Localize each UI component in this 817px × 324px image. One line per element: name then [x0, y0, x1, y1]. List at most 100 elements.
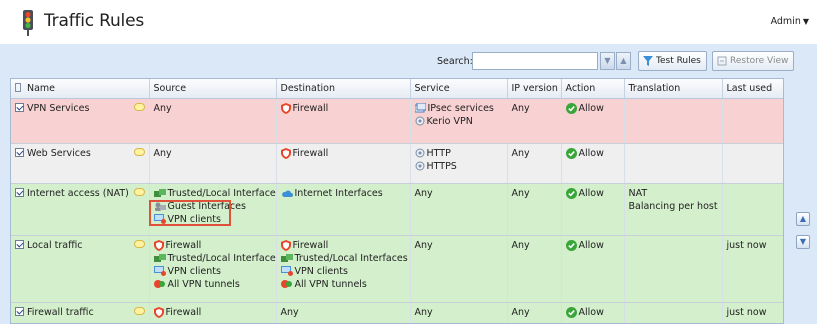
- network-interfaces-icon: [153, 188, 166, 197]
- rules-table: Name Source Destination Service IP versi…: [10, 78, 784, 324]
- highlight-box: [149, 200, 231, 226]
- chevron-down-icon: ▼: [802, 17, 809, 26]
- shield-icon: [280, 102, 291, 114]
- rule-name-cell: VPN Services: [11, 98, 150, 144]
- destination-label: Firewall: [292, 147, 329, 159]
- table-row[interactable]: VPN Services Any Firewall IPsec services…: [11, 98, 783, 144]
- source-item: Any: [153, 147, 172, 159]
- search-up-button[interactable]: ▲: [616, 52, 631, 70]
- shield-icon: [153, 306, 164, 318]
- table-row[interactable]: Firewall traffic Firewall Any Any Any Al…: [11, 302, 783, 324]
- rule-name: Firewall traffic: [27, 306, 94, 318]
- destination-label: VPN clients: [294, 265, 348, 277]
- source-item: All VPN tunnels: [153, 279, 272, 291]
- service-item: HTTPS: [415, 161, 503, 173]
- traffic-light-icon: [23, 10, 33, 36]
- translation-line: [629, 103, 718, 115]
- service-item: Any: [414, 187, 433, 199]
- col-action-header[interactable]: Action: [561, 79, 625, 99]
- ipversion-cell: Any: [507, 98, 562, 144]
- col-lastused-header[interactable]: Last used: [722, 79, 783, 99]
- action-cell: Allow: [561, 302, 625, 323]
- comment-icon[interactable]: [133, 102, 145, 111]
- search-down-button[interactable]: ▼: [600, 52, 615, 70]
- restore-icon: [717, 56, 727, 65]
- source-label: Firewall: [165, 239, 202, 251]
- destination-cell: Firewall Trusted/Local Interfaces VPN cl…: [276, 235, 411, 303]
- search-label: Search:: [437, 56, 473, 67]
- shield-icon: [153, 239, 164, 251]
- comment-icon[interactable]: [133, 239, 145, 248]
- translation-cell: [624, 235, 723, 303]
- comment-icon[interactable]: [133, 147, 145, 156]
- check-circle-icon: [565, 239, 577, 251]
- move-rule-down-button[interactable]: ▼: [796, 235, 810, 249]
- service-label: HTTP: [426, 147, 451, 159]
- action-label: Allow: [578, 239, 604, 251]
- destination-label: Firewall: [292, 102, 329, 114]
- source-cell: Any: [149, 98, 277, 144]
- translation-line: [629, 240, 718, 252]
- vpn-tunnels-icon: [153, 280, 165, 288]
- translation-cell: [624, 302, 723, 324]
- ipversion-cell: Any: [507, 183, 562, 236]
- destination-item: Any: [280, 306, 299, 318]
- service-item: HTTP: [415, 148, 503, 160]
- action-label: Allow: [578, 187, 604, 199]
- ipversion-cell: Any: [507, 302, 562, 323]
- admin-menu[interactable]: Admin ▼: [771, 16, 809, 27]
- restore-view-button[interactable]: Restore View: [712, 51, 795, 71]
- col-name-header[interactable]: Name: [11, 79, 150, 99]
- action-cell: Allow: [561, 235, 625, 303]
- translation-line: [629, 148, 718, 160]
- vpn-tunnels-icon: [280, 280, 292, 288]
- col-service-header[interactable]: Service: [410, 79, 508, 99]
- move-rule-up-button[interactable]: ▲: [796, 212, 810, 226]
- translation-line: [629, 253, 718, 265]
- rule-enabled-checkbox[interactable]: [15, 147, 24, 157]
- source-item: VPN clients: [153, 266, 272, 278]
- network-interfaces-icon: [280, 253, 293, 262]
- table-row[interactable]: Internet access (NAT) Trusted/Local Inte…: [11, 183, 783, 236]
- translation-line: [629, 320, 718, 324]
- service-label: Kerio VPN: [426, 115, 473, 127]
- action-label: Allow: [578, 147, 604, 159]
- source-label: Trusted/Local Interfaces: [167, 252, 276, 264]
- source-item: Any: [153, 102, 172, 114]
- translation-line: [629, 307, 718, 319]
- col-ipversion-header[interactable]: IP version: [507, 79, 562, 99]
- lastused-cell: [722, 143, 783, 184]
- service-cell: Any: [410, 235, 508, 303]
- translation-cell: NAT Balancing per host: [624, 183, 723, 236]
- rule-enabled-checkbox[interactable]: [15, 187, 24, 197]
- service-cell: HTTP HTTPS: [410, 143, 508, 184]
- rule-enabled-checkbox[interactable]: [15, 102, 24, 112]
- rule-enabled-checkbox[interactable]: [15, 239, 24, 249]
- col-destination-header[interactable]: Destination: [276, 79, 411, 99]
- source-cell: Firewall: [149, 302, 277, 323]
- col-translation-header[interactable]: Translation: [624, 79, 723, 99]
- destination-item: Firewall: [280, 102, 406, 115]
- table-row[interactable]: Local traffic Firewall Trusted/Local Int…: [11, 235, 783, 303]
- search-input[interactable]: [472, 52, 598, 70]
- check-circle-icon: [565, 147, 577, 159]
- rule-enabled-checkbox[interactable]: [15, 306, 24, 316]
- action-cell: Allow: [561, 98, 625, 144]
- service-group-icon: [414, 103, 426, 113]
- destination-label: Trusted/Local Interfaces: [294, 252, 408, 264]
- comment-icon[interactable]: [133, 187, 145, 196]
- vpn-clients-icon: [153, 266, 166, 276]
- col-source-header[interactable]: Source: [149, 79, 277, 99]
- comment-icon[interactable]: [133, 306, 145, 315]
- rule-name-cell: Firewall traffic: [11, 302, 150, 323]
- source-label: Firewall: [165, 306, 202, 318]
- destination-cell: Firewall: [276, 98, 411, 144]
- destination-item: Internet Interfaces: [281, 188, 406, 200]
- table-row[interactable]: Web Services Any Firewall HTTP HTTPS Any…: [11, 143, 783, 184]
- source-item: Trusted/Local Interfaces: [153, 188, 275, 200]
- toolbar: Search: ▼ ▲ Test Rules Restore View: [0, 44, 817, 78]
- test-rules-button[interactable]: Test Rules: [638, 51, 707, 71]
- destination-item: All VPN tunnels: [280, 279, 406, 291]
- arrow-down-icon: ▼: [604, 56, 611, 65]
- action-cell: Allow: [561, 143, 625, 184]
